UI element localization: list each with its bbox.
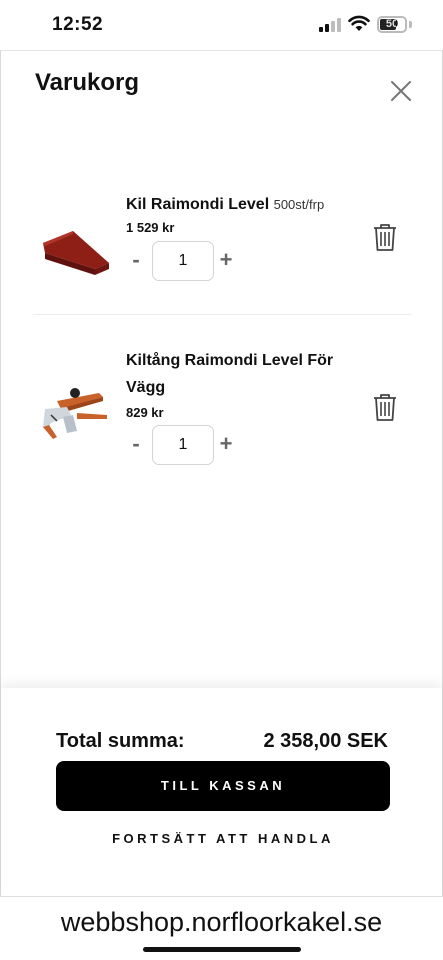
total-value: 2 358,00 SEK bbox=[263, 730, 388, 752]
decrease-quantity-button[interactable]: - bbox=[129, 247, 143, 273]
cart-title: Varukorg bbox=[35, 69, 140, 96]
cart-footer: Total summa: 2 358,00 SEK TILL KASSAN FO… bbox=[1, 688, 442, 897]
item-name[interactable]: Kil Raimondi Level 500st/frp bbox=[126, 191, 346, 218]
battery-level: 50 bbox=[385, 18, 399, 30]
increase-quantity-button[interactable]: + bbox=[217, 247, 235, 273]
decrease-quantity-button[interactable]: - bbox=[129, 431, 143, 457]
home-indicator[interactable] bbox=[143, 947, 301, 952]
total-label: Total summa: bbox=[56, 730, 185, 752]
item-price: 829 kr bbox=[126, 405, 164, 420]
close-icon[interactable] bbox=[387, 77, 415, 105]
cart-drawer: Varukorg Kil Raimondi Level 500st/frp 1 … bbox=[0, 50, 443, 897]
item-name[interactable]: Kiltång Raimondi Level För Vägg bbox=[126, 347, 346, 401]
product-image-wedge bbox=[43, 231, 109, 275]
continue-shopping-link[interactable]: FORTSÄTT ATT HANDLA bbox=[56, 831, 390, 846]
trash-icon[interactable] bbox=[373, 223, 397, 251]
battery-icon: 50 bbox=[377, 16, 407, 33]
quantity-input[interactable] bbox=[152, 241, 214, 281]
cellular-signal-icon bbox=[319, 18, 343, 32]
status-bar: 12:52 50 bbox=[0, 0, 443, 50]
checkout-button[interactable]: TILL KASSAN bbox=[56, 761, 390, 811]
status-time: 12:52 bbox=[52, 14, 104, 35]
increase-quantity-button[interactable]: + bbox=[217, 431, 235, 457]
wifi-icon bbox=[348, 15, 370, 31]
browser-address-bar[interactable]: webbshop.norfloorkakel.se bbox=[0, 896, 443, 960]
item-divider bbox=[33, 314, 411, 315]
item-price: 1 529 kr bbox=[126, 220, 175, 235]
product-image-pliers bbox=[43, 388, 107, 439]
url-text: webbshop.norfloorkakel.se bbox=[60, 907, 383, 937]
quantity-input[interactable] bbox=[152, 425, 214, 465]
trash-icon[interactable] bbox=[373, 393, 397, 421]
item-unit: 500st/frp bbox=[273, 197, 325, 212]
